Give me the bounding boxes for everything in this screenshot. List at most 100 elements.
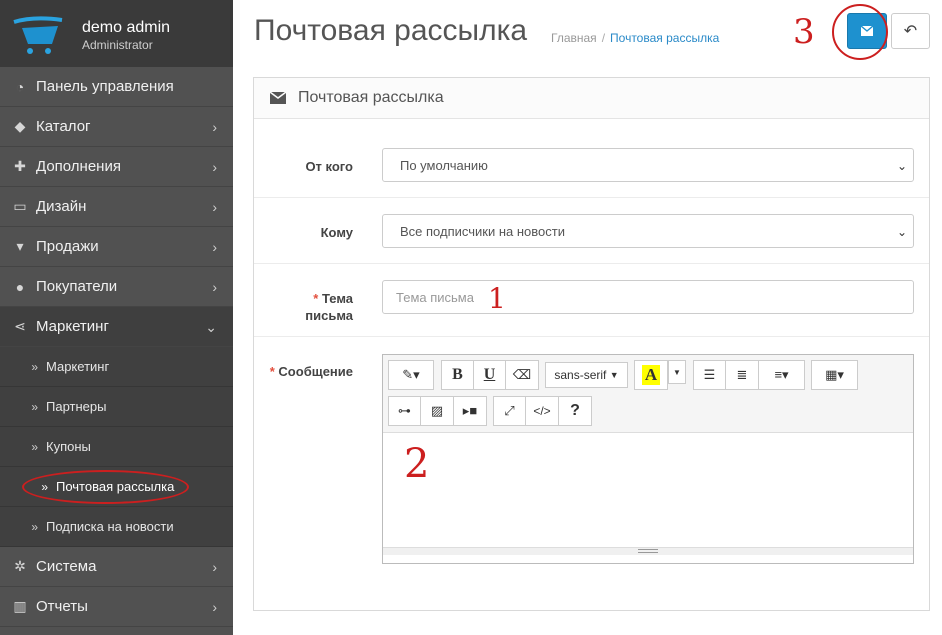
sidebar: demo admin Administrator ◔ Панель управл… bbox=[0, 0, 233, 635]
tag-icon: ◆ bbox=[14, 118, 26, 134]
envelope-icon bbox=[270, 92, 286, 104]
editor-resize-bar[interactable] bbox=[383, 547, 913, 555]
breadcrumb-home[interactable]: Главная bbox=[551, 31, 597, 45]
underline-button[interactable]: U bbox=[473, 360, 506, 390]
sidebar-item-label: Каталог bbox=[36, 118, 91, 135]
to-select-value: Все подписчики на новости bbox=[400, 223, 565, 239]
breadcrumb-separator: / bbox=[601, 31, 606, 45]
eraser-icon: ⌫ bbox=[512, 367, 532, 382]
sidebar-subitem-coupons[interactable]: » Купоны bbox=[0, 427, 233, 467]
form-row-to: Кому Все подписчики на новости ⌄ bbox=[254, 198, 929, 264]
from-select[interactable]: По умолчанию ⌄ bbox=[382, 148, 914, 182]
cart-logo-icon bbox=[13, 16, 63, 54]
required-mark: * bbox=[269, 364, 275, 379]
dashboard-icon: ◔ bbox=[15, 78, 25, 95]
text-color-letter: A bbox=[641, 365, 661, 385]
double-chevron-icon: » bbox=[31, 399, 38, 414]
subject-label-line2: письма bbox=[305, 308, 353, 323]
sidebar-item-design[interactable]: ▭ Дизайн › bbox=[0, 187, 233, 227]
resize-grip-icon bbox=[638, 549, 658, 553]
chevron-down-icon: ⌄ bbox=[896, 159, 907, 173]
chevron-right-icon: › bbox=[212, 159, 217, 175]
caret-down-icon: ▼ bbox=[673, 367, 681, 377]
video-icon: ▸■ bbox=[462, 403, 478, 418]
panel-title: Почтовая рассылка bbox=[298, 89, 444, 106]
unordered-list-button[interactable]: ☰ bbox=[693, 360, 726, 390]
help-button[interactable]: ? bbox=[558, 396, 592, 426]
clear-format-button[interactable]: ⌫ bbox=[505, 360, 539, 390]
paragraph-align-button[interactable]: ≡▾ bbox=[758, 360, 805, 390]
chevron-down-icon: ⌄ bbox=[205, 319, 217, 335]
panel-header: Почтовая рассылка bbox=[254, 78, 929, 119]
font-family-select[interactable]: sans-serif ▼ bbox=[545, 362, 628, 388]
editor-content-area[interactable] bbox=[383, 433, 913, 555]
sidebar-item-reports[interactable]: ▥ Отчеты › bbox=[0, 587, 233, 627]
sidebar-item-label: Система bbox=[36, 558, 97, 575]
annotation-number-3: 3 bbox=[793, 12, 815, 52]
magic-style-button[interactable]: ✎▾ bbox=[388, 360, 434, 390]
monitor-icon: ▭ bbox=[13, 198, 27, 214]
chevron-right-icon: › bbox=[212, 239, 217, 255]
bold-button[interactable]: B bbox=[441, 360, 474, 390]
link-button[interactable]: ⊶ bbox=[388, 396, 421, 426]
sidebar-item-dashboard[interactable]: ◔ Панель управления bbox=[0, 67, 233, 107]
annotation-number-2: 2 bbox=[404, 441, 430, 487]
sidebar-item-label: Панель управления bbox=[36, 78, 174, 95]
table-button[interactable]: ▦▾ bbox=[811, 360, 858, 390]
page-title: Почтовая рассылка bbox=[254, 14, 528, 47]
puzzle-icon: ✚ bbox=[14, 158, 26, 174]
sidebar-item-label: Дополнения bbox=[36, 158, 121, 175]
from-label: От кого bbox=[305, 159, 353, 174]
double-chevron-icon: » bbox=[31, 359, 38, 374]
fullscreen-icon: ⤢ bbox=[504, 403, 515, 418]
magic-wand-icon: ✎▾ bbox=[402, 367, 420, 382]
message-label-text: Сообщение bbox=[278, 364, 353, 379]
chevron-right-icon: › bbox=[212, 199, 217, 215]
numbered-list-icon: ≣ bbox=[736, 367, 748, 382]
sidebar-item-label: Маркетинг bbox=[36, 318, 109, 335]
image-button[interactable]: ▨ bbox=[420, 396, 454, 426]
sidebar-subitem-newsletter[interactable]: » Подписка на новости bbox=[0, 507, 233, 547]
table-icon: ▦▾ bbox=[825, 367, 844, 382]
sidebar-item-label: Дизайн bbox=[36, 198, 87, 215]
code-view-button[interactable]: </> bbox=[525, 396, 559, 426]
breadcrumb: Главная / Почтовая рассылка bbox=[551, 31, 719, 45]
editor-toolbar: ✎▾ B U ⌫ sans-serif ▼ A ▼ ☰ ≣ ≡▾ ▦▾ ⊶ ▨ … bbox=[383, 355, 913, 433]
sidebar-item-label: Продажи bbox=[36, 238, 99, 255]
back-button[interactable]: ↶ bbox=[891, 13, 930, 49]
gear-icon: ✲ bbox=[14, 558, 26, 574]
to-select[interactable]: Все подписчики на новости ⌄ bbox=[382, 214, 914, 248]
sidebar-subitem-affiliates[interactable]: » Партнеры bbox=[0, 387, 233, 427]
sidebar-item-system[interactable]: ✲ Система › bbox=[0, 547, 233, 587]
subject-input[interactable]: Тема письма bbox=[382, 280, 914, 314]
sidebar-item-extensions[interactable]: ✚ Дополнения › bbox=[0, 147, 233, 187]
bar-chart-icon: ▥ bbox=[13, 598, 27, 614]
link-icon: ⊶ bbox=[398, 403, 411, 418]
subject-label: * Тема письма bbox=[305, 290, 353, 324]
chevron-right-icon: › bbox=[212, 599, 217, 615]
video-button[interactable]: ▸■ bbox=[453, 396, 487, 426]
share-icon: ⋖ bbox=[14, 318, 26, 334]
sidebar-item-customers[interactable]: ● Покупатели › bbox=[0, 267, 233, 307]
sidebar-item-catalog[interactable]: ◆ Каталог › bbox=[0, 107, 233, 147]
sidebar-item-label: Покупатели bbox=[36, 278, 118, 295]
chevron-right-icon: › bbox=[212, 559, 217, 575]
annotation-number-1: 1 bbox=[488, 282, 506, 315]
align-left-icon: ≡▾ bbox=[774, 367, 789, 382]
sidebar-subitem-marketing[interactable]: » Маркетинг bbox=[0, 347, 233, 387]
fullscreen-button[interactable]: ⤢ bbox=[493, 396, 526, 426]
sidebar-item-sales[interactable]: ▾ Продажи › bbox=[0, 227, 233, 267]
sidebar-subitem-label: Подписка на новости bbox=[46, 519, 174, 534]
color-dropdown-button[interactable]: ▼ bbox=[668, 360, 686, 384]
sidebar-subitem-label: Маркетинг bbox=[46, 359, 110, 374]
sidebar-item-marketing[interactable]: ⋖ Маркетинг ⌄ bbox=[0, 307, 233, 347]
chevron-right-icon: › bbox=[212, 279, 217, 295]
breadcrumb-current[interactable]: Почтовая рассылка bbox=[610, 31, 719, 45]
annotation-ellipse bbox=[22, 470, 189, 504]
text-color-button[interactable]: A bbox=[634, 360, 668, 390]
ordered-list-button[interactable]: ≣ bbox=[725, 360, 759, 390]
cart-icon: ▾ bbox=[16, 238, 24, 254]
form-row-subject: * Тема письма Тема письма bbox=[254, 264, 929, 337]
double-chevron-icon: » bbox=[31, 439, 38, 454]
reply-icon: ↶ bbox=[903, 23, 918, 40]
